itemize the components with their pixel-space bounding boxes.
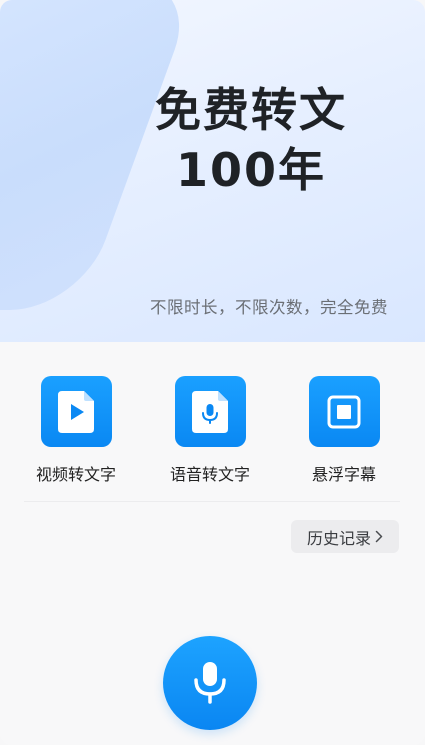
feature-label: 悬浮字幕: [311, 465, 376, 484]
video-to-text-tile[interactable]: [40, 376, 112, 447]
feature-audio-to-text[interactable]: 语音转文字: [145, 376, 275, 485]
feature-video-to-text[interactable]: 视频转文字: [11, 376, 141, 485]
app-screen: 免费转文 100年 不限时长，不限次数，完全免费 视频转文字 语音转文字 悬浮字…: [0, 0, 425, 745]
record-button[interactable]: [163, 636, 257, 730]
floating-subtitles-tile[interactable]: [308, 376, 380, 447]
audio-file-icon: [192, 390, 228, 433]
banner-title: 免费转文 100年: [121, 80, 381, 200]
feature-label: 视频转文字: [35, 465, 116, 484]
history-label: 历史记录: [306, 528, 371, 548]
section-divider: [24, 501, 400, 502]
video-file-icon: [58, 390, 94, 433]
banner-title-line1: 免费转文: [155, 83, 347, 137]
feature-grid: 视频转文字 语音转文字 悬浮字幕: [0, 376, 425, 486]
floating-window-icon: [327, 395, 361, 428]
chevron-right-icon: [375, 530, 383, 543]
audio-to-text-tile[interactable]: [174, 376, 246, 447]
feature-label: 语音转文字: [169, 465, 250, 484]
microphone-icon: [194, 662, 226, 704]
history-button[interactable]: 历史记录: [291, 520, 399, 553]
promo-banner[interactable]: 免费转文 100年 不限时长，不限次数，完全免费: [0, 0, 425, 342]
feature-floating-subtitles[interactable]: 悬浮字幕: [279, 376, 409, 485]
banner-title-line2: 100年: [175, 143, 327, 197]
banner-subtitle: 不限时长，不限次数，完全免费: [150, 298, 388, 317]
